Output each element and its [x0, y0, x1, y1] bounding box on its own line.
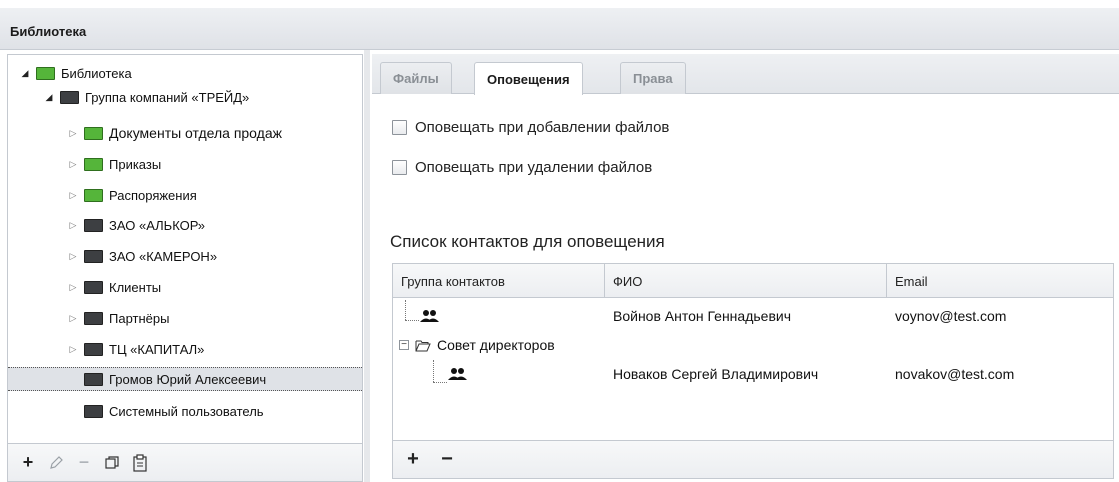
column-header-name[interactable]: ФИО — [605, 264, 887, 298]
open-folder-icon — [415, 340, 431, 351]
tab-files[interactable]: Файлы — [380, 62, 452, 94]
table-row[interactable]: Новаков Сергей Владимирович novakov@test… — [393, 360, 1113, 388]
remove-contact-button[interactable]: − — [437, 448, 457, 471]
folder-icon — [84, 311, 103, 325]
table-row[interactable]: Войнов Антон Геннадьевич voynov@test.com — [393, 302, 1113, 330]
contact-email: novakov@test.com — [895, 366, 1015, 382]
tree-item-label: ЗАО «АЛЬКОР» — [109, 217, 205, 233]
library-tree-panel: ◢ Библиотека ◢ Группа компаний «ТРЕЙД» ▷… — [7, 54, 363, 482]
details-panel: Файлы Оповещения Права Оповещать при доб… — [372, 54, 1119, 482]
tree-item-library[interactable]: ◢ Библиотека — [20, 61, 132, 85]
contact-email: voynov@test.com — [895, 308, 1007, 324]
tabs-bar: Файлы Оповещения Права — [372, 54, 1119, 95]
collapse-arrow-icon[interactable]: ▷ — [68, 190, 78, 200]
collapse-arrow-icon[interactable]: ▷ — [68, 128, 78, 138]
tab-notifications[interactable]: Оповещения — [474, 62, 583, 95]
notify-on-add-row[interactable]: Оповещать при добавлении файлов — [392, 119, 669, 136]
folder-icon — [60, 90, 79, 104]
paste-button[interactable] — [130, 452, 150, 474]
notify-on-delete-row[interactable]: Оповещать при удалении файлов — [392, 159, 652, 176]
tree-item-label: Громов Юрий Алексеевич — [109, 371, 267, 387]
contact-people-icon — [447, 360, 467, 388]
tree-item-directives[interactable]: ▷ Распоряжения — [68, 183, 197, 207]
tree-item-alkor[interactable]: ▷ ЗАО «АЛЬКОР» — [68, 213, 205, 237]
tree-item-label: Системный пользователь — [109, 403, 264, 419]
tree-item-clients[interactable]: ▷ Клиенты — [68, 275, 162, 299]
folder-icon — [84, 280, 103, 294]
remove-button[interactable]: − — [74, 452, 94, 474]
people-icon — [420, 310, 439, 322]
folder-icon — [84, 218, 103, 232]
collapse-arrow-icon[interactable]: ▷ — [68, 313, 78, 323]
expand-arrow-icon[interactable]: ◢ — [20, 68, 30, 78]
top-strip — [0, 0, 1119, 8]
expand-arrow-icon[interactable]: ◢ — [44, 92, 54, 102]
notify-on-delete-label: Оповещать при удалении файлов — [415, 159, 653, 176]
column-header-email[interactable]: Email — [887, 264, 1113, 298]
add-button[interactable]: + — [18, 452, 38, 474]
copy-icon — [105, 455, 119, 469]
title-bar: Библиотека — [0, 8, 1119, 50]
contact-name: Новаков Сергей Владимирович — [613, 366, 819, 382]
tree-item-cameron[interactable]: ▷ ЗАО «КАМЕРОН» — [68, 244, 218, 268]
column-header-group[interactable]: Группа контактов — [393, 264, 605, 298]
copy-button[interactable] — [102, 452, 122, 474]
contacts-section-title: Список контактов для оповещения — [390, 232, 665, 251]
tree-item-label: Документы отдела продаж — [109, 125, 282, 141]
tree-item-system-user[interactable]: Системный пользователь — [84, 399, 264, 423]
tree-item-label: Библиотека — [61, 65, 132, 81]
group-cell: − Совет директоров — [399, 331, 555, 359]
tree-item-trade-group[interactable]: ◢ Группа компаний «ТРЕЙД» — [44, 85, 250, 109]
tree-item-partners[interactable]: ▷ Партнёры — [68, 306, 170, 330]
tree-item-label: Группа компаний «ТРЕЙД» — [85, 89, 250, 105]
folder-icon — [84, 188, 103, 202]
contacts-toolbar: + − — [393, 440, 1113, 478]
tree-toolbar: + − — [8, 443, 362, 481]
collapse-arrow-icon[interactable]: ▷ — [68, 251, 78, 261]
folder-icon — [84, 342, 103, 356]
tree-item-gromov[interactable]: Громов Юрий Алексеевич — [8, 367, 362, 391]
tree-item-label: ТЦ «КАПИТАЛ» — [109, 341, 205, 357]
edit-button[interactable] — [46, 452, 66, 474]
collapse-arrow-icon[interactable]: ▷ — [68, 159, 78, 169]
grid-header: Группа контактов ФИО Email — [393, 264, 1113, 298]
collapse-toggle-icon[interactable]: − — [399, 340, 409, 350]
table-row[interactable]: − Совет директоров — [393, 331, 1113, 359]
tab-permissions[interactable]: Права — [620, 62, 686, 94]
tree-item-label: Распоряжения — [109, 187, 197, 203]
user-folder-icon — [84, 372, 103, 386]
folder-icon — [84, 157, 103, 171]
tree-item-label: Приказы — [109, 156, 162, 172]
panel-splitter[interactable] — [364, 50, 370, 482]
notify-on-delete-checkbox[interactable] — [392, 160, 407, 175]
contact-name: Войнов Антон Геннадьевич — [613, 308, 792, 324]
folder-icon — [36, 66, 55, 80]
notify-on-add-checkbox[interactable] — [392, 120, 407, 135]
people-icon — [448, 368, 467, 380]
collapse-arrow-icon[interactable]: ▷ — [68, 344, 78, 354]
add-contact-button[interactable]: + — [403, 448, 423, 471]
collapse-arrow-icon[interactable]: ▷ — [68, 220, 78, 230]
app-title: Библиотека — [10, 24, 87, 39]
tree-item-label: Партнёры — [109, 310, 170, 326]
pencil-icon — [50, 455, 63, 469]
clipboard-icon — [133, 453, 147, 472]
user-folder-icon — [84, 404, 103, 418]
tree-item-orders[interactable]: ▷ Приказы — [68, 152, 162, 176]
contacts-grid: Группа контактов ФИО Email Войнов Антон … — [392, 263, 1114, 479]
folder-icon — [84, 126, 103, 140]
tree-item-capital[interactable]: ▷ ТЦ «КАПИТАЛ» — [68, 337, 205, 361]
tree-item-label: Клиенты — [109, 279, 162, 295]
folder-icon — [84, 249, 103, 263]
collapse-arrow-icon[interactable]: ▷ — [68, 282, 78, 292]
contact-people-icon — [419, 302, 439, 330]
contact-group-label: Совет директоров — [437, 337, 555, 353]
notify-on-add-label: Оповещать при добавлении файлов — [415, 119, 670, 136]
tree-item-sales-docs[interactable]: ▷ Документы отдела продаж — [68, 121, 282, 145]
tree-item-label: ЗАО «КАМЕРОН» — [109, 248, 218, 264]
